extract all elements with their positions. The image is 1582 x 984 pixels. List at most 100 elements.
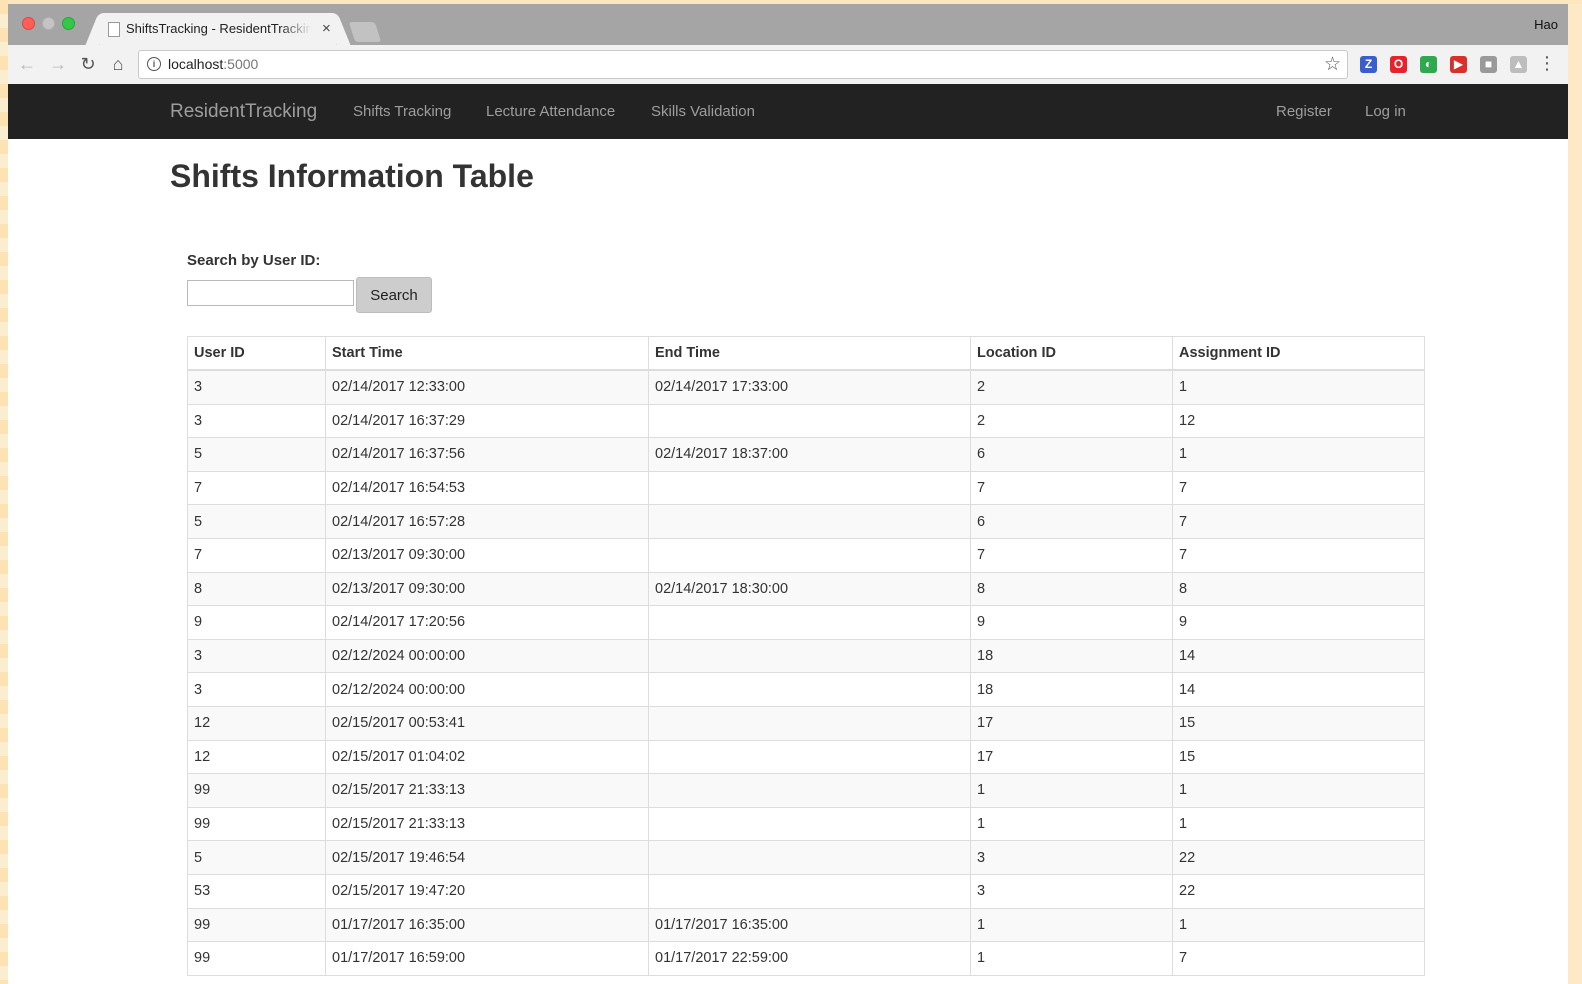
- location-id-cell: 18: [970, 672, 1173, 707]
- gray-extension-icon[interactable]: ■: [1480, 56, 1497, 73]
- user-id-cell: 99: [187, 907, 326, 943]
- window-minimize-button[interactable]: [42, 17, 55, 30]
- assignment-id-cell: 7: [1172, 470, 1425, 506]
- location-id-cell: 1: [970, 773, 1173, 808]
- shifts-table-container: User ID Start Time End Time Location ID …: [187, 336, 1425, 976]
- window-close-button[interactable]: [22, 17, 35, 30]
- nav-link-lecture-attendance[interactable]: Lecture Attendance: [486, 103, 615, 120]
- assignment-id-cell: 9: [1172, 605, 1425, 640]
- youtube-extension-icon[interactable]: ▶: [1450, 56, 1467, 73]
- start-time-cell: 02/12/2024 00:00:00: [325, 638, 649, 674]
- new-tab-button[interactable]: [348, 22, 382, 42]
- user-id-cell: 3: [187, 672, 326, 707]
- user-id-cell: 99: [187, 941, 326, 976]
- assignment-id-cell: 1: [1172, 907, 1425, 943]
- opera-extension-icon[interactable]: O: [1390, 56, 1407, 73]
- assignment-id-cell: 1: [1172, 773, 1425, 808]
- assignment-id-cell: 8: [1172, 571, 1425, 607]
- address-bar[interactable]: i localhost:5000 ☆: [138, 50, 1348, 79]
- table-row: 99 01/17/2017 16:35:00 01/17/2017 16:35:00…: [187, 907, 1425, 943]
- user-id-cell: 5: [187, 504, 326, 539]
- table-body: 3 02/14/2017 12:33:00 02/14/2017 17:33:00 2…: [187, 369, 1425, 976]
- back-arrow-icon[interactable]: ←: [17, 54, 37, 74]
- location-id-cell: 2: [970, 403, 1173, 439]
- nav-link-shifts-tracking[interactable]: Shifts Tracking: [353, 103, 451, 120]
- user-id-search-input[interactable]: [187, 280, 354, 306]
- browser-tab-active[interactable]: ShiftsTracking - ResidentTracking ×: [100, 13, 336, 45]
- start-time-cell: 01/17/2017 16:59:00: [325, 941, 649, 976]
- start-time-cell: 02/15/2017 21:33:13: [325, 773, 649, 808]
- user-id-cell: 3: [187, 403, 326, 439]
- search-button[interactable]: Search: [356, 277, 432, 313]
- user-id-cell: 9: [187, 605, 326, 640]
- table-row: 53 02/15/2017 19:47:20 3 22: [187, 873, 1425, 909]
- location-id-cell: 9: [970, 605, 1173, 640]
- start-time-cell: 02/14/2017 17:20:56: [325, 605, 649, 640]
- assignment-id-cell: 22: [1172, 840, 1425, 875]
- end-time-cell: [648, 537, 971, 573]
- start-time-cell: 01/17/2017 16:35:00: [325, 907, 649, 943]
- zotero-extension-icon[interactable]: Z: [1360, 56, 1377, 73]
- table-row: 99 01/17/2017 16:59:00 01/17/2017 22:59:00…: [187, 941, 1425, 976]
- start-time-cell: 02/14/2017 16:54:53: [325, 470, 649, 506]
- nav-link-skills-validation[interactable]: Skills Validation: [651, 103, 755, 120]
- location-id-cell: 2: [970, 369, 1173, 405]
- user-id-cell: 7: [187, 470, 326, 506]
- browser-menu-icon[interactable]: ⋮: [1538, 53, 1556, 73]
- browser-tab-bar: ShiftsTracking - ResidentTracking × Hao: [8, 4, 1568, 45]
- table-row: 3 02/14/2017 12:33:00 02/14/2017 17:33:00 2…: [187, 369, 1425, 405]
- brand-link[interactable]: ResidentTracking: [170, 101, 317, 123]
- start-time-cell: 02/15/2017 19:47:20: [325, 873, 649, 909]
- user-id-cell: 12: [187, 705, 326, 741]
- reload-icon[interactable]: ↻: [78, 54, 98, 74]
- header-user-id: User ID: [187, 336, 326, 371]
- page-favicon-icon: [108, 22, 120, 37]
- assignment-id-cell: 7: [1172, 537, 1425, 573]
- color-extension-icon[interactable]: ◐: [1420, 56, 1437, 73]
- end-time-cell: 01/17/2017 22:59:00: [648, 941, 971, 976]
- assignment-id-cell: 7: [1172, 504, 1425, 539]
- start-time-cell: 02/15/2017 01:04:02: [325, 739, 649, 775]
- location-id-cell: 17: [970, 739, 1173, 775]
- search-label: Search by User ID:: [187, 252, 321, 269]
- user-id-cell: 8: [187, 571, 326, 607]
- end-time-cell: [648, 840, 971, 875]
- forward-arrow-icon[interactable]: →: [48, 54, 68, 74]
- table-row: 3 02/12/2024 00:00:00 18 14: [187, 638, 1425, 674]
- end-time-cell: [648, 638, 971, 674]
- site-info-icon[interactable]: i: [147, 57, 161, 71]
- table-row: 3 02/14/2017 16:37:29 2 12: [187, 403, 1425, 439]
- user-id-cell: 5: [187, 437, 326, 472]
- user-id-cell: 7: [187, 537, 326, 573]
- register-link[interactable]: Register: [1276, 103, 1332, 120]
- login-link[interactable]: Log in: [1365, 103, 1406, 120]
- start-time-cell: 02/12/2024 00:00:00: [325, 672, 649, 707]
- table-row: 99 02/15/2017 21:33:13 1 1: [187, 806, 1425, 842]
- browser-window: ShiftsTracking - ResidentTracking × Hao …: [8, 4, 1568, 984]
- location-id-cell: 7: [970, 537, 1173, 573]
- location-id-cell: 1: [970, 941, 1173, 976]
- bookmark-star-icon[interactable]: ☆: [1324, 53, 1341, 76]
- table-row: 7 02/13/2017 09:30:00 7 7: [187, 537, 1425, 573]
- end-time-cell: [648, 773, 971, 808]
- location-id-cell: 7: [970, 470, 1173, 506]
- window-zoom-button[interactable]: [62, 17, 75, 30]
- tab-close-icon[interactable]: ×: [322, 20, 331, 37]
- end-time-cell: 02/14/2017 17:33:00: [648, 369, 971, 405]
- assignment-id-cell: 1: [1172, 437, 1425, 472]
- home-icon[interactable]: ⌂: [108, 54, 128, 74]
- start-time-cell: 02/15/2017 19:46:54: [325, 840, 649, 875]
- page-title: Shifts Information Table: [170, 158, 534, 194]
- end-time-cell: [648, 873, 971, 909]
- location-id-cell: 18: [970, 638, 1173, 674]
- user-id-cell: 12: [187, 739, 326, 775]
- end-time-cell: [648, 403, 971, 439]
- end-time-cell: 01/17/2017 16:35:00: [648, 907, 971, 943]
- end-time-cell: [648, 504, 971, 539]
- drive-extension-icon[interactable]: ▲: [1510, 56, 1527, 73]
- table-row: 3 02/12/2024 00:00:00 18 14: [187, 672, 1425, 707]
- start-time-cell: 02/14/2017 16:37:29: [325, 403, 649, 439]
- table-row: 9 02/14/2017 17:20:56 9 9: [187, 605, 1425, 640]
- profile-name[interactable]: Hao: [1534, 17, 1558, 32]
- end-time-cell: [648, 470, 971, 506]
